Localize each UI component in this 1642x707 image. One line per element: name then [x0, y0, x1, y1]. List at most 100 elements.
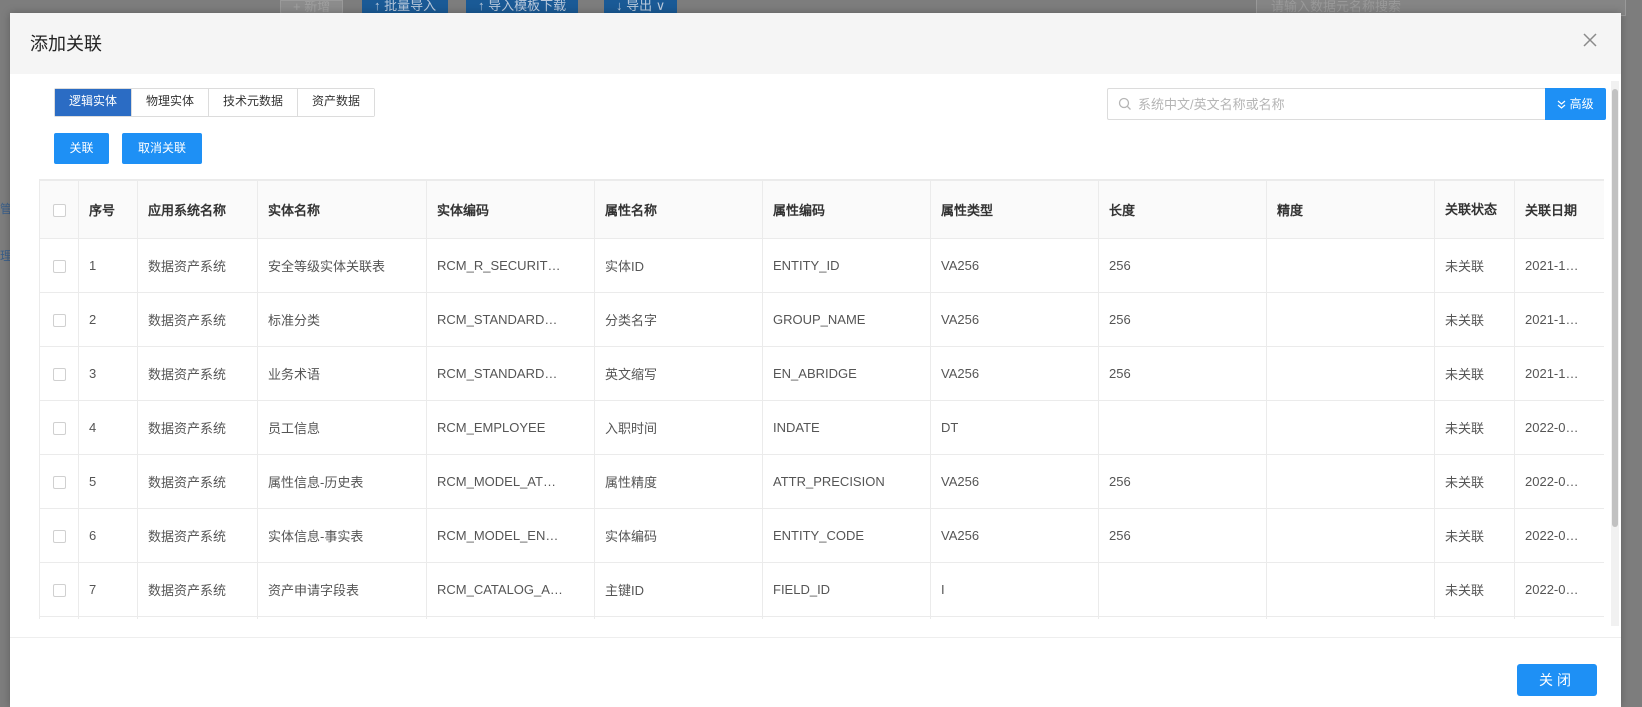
- table-cell: ATTR_PRECISION: [762, 454, 931, 509]
- table-cell: 英文缩写: [594, 346, 763, 401]
- table-cell: 7: [78, 562, 138, 617]
- row-checkbox[interactable]: [52, 314, 66, 328]
- table-cell: 安全等级实体关联表: [257, 238, 427, 293]
- table-cell: 属性精度: [594, 454, 763, 509]
- associate-button[interactable]: 关联: [54, 133, 109, 164]
- row-checkbox[interactable]: [52, 368, 66, 382]
- table-cell: 未关联: [1434, 562, 1515, 617]
- column-header: 属性编码: [762, 180, 931, 239]
- tab-physical-entity[interactable]: 物理实体: [132, 89, 210, 116]
- table-row[interactable]: 3 数据资产系统 业务术语 RCM_STANDARD… 英文缩写 EN_ABRIDGE VA…: [39, 346, 1604, 401]
- table-cell: VA256: [930, 454, 1099, 509]
- table-cell: [1266, 346, 1435, 401]
- table-row[interactable]: [39, 616, 1604, 619]
- bg-search-placeholder: 请输入数据元名称搜索: [1271, 0, 1402, 14]
- scrollbar-thumb[interactable]: [1612, 89, 1618, 527]
- table-cell: RCM_MODEL_EN…: [426, 508, 595, 563]
- table-header-row: 序号 应用系统名称 实体名称 实体编码 属性名称 属性编码 属性类型 长度 精度…: [39, 180, 1604, 239]
- bg-batch-import-button: ↑ 批量导入: [362, 0, 449, 14]
- table-cell: [594, 616, 763, 619]
- row-checkbox-cell: [39, 508, 79, 563]
- table-cell: RCM_CATALOG_A…: [426, 562, 595, 617]
- table-cell: 256: [1098, 292, 1267, 347]
- table-cell: [1266, 454, 1435, 509]
- table-cell: 员工信息: [257, 400, 427, 455]
- table-cell: 未关联: [1434, 454, 1515, 509]
- table-cell: I: [930, 562, 1099, 617]
- table-cell: 实体ID: [594, 238, 763, 293]
- row-checkbox-cell: [39, 292, 79, 347]
- table-cell: 256: [1098, 346, 1267, 401]
- search-input[interactable]: [1138, 96, 1518, 112]
- table-row[interactable]: 7 数据资产系统 资产申请字段表 RCM_CATALOG_A… 主键ID FIELD_ID…: [39, 562, 1604, 617]
- table-cell: RCM_MODEL_AT…: [426, 454, 595, 509]
- dialog-title: 添加关联: [30, 34, 102, 54]
- table-cell: [426, 616, 595, 619]
- column-header: 应用系统名称: [137, 180, 258, 239]
- row-checkbox[interactable]: [52, 422, 66, 436]
- close-icon[interactable]: [1577, 27, 1603, 53]
- row-checkbox[interactable]: [52, 260, 66, 274]
- table-cell: GROUP_NAME: [762, 292, 931, 347]
- table-row[interactable]: 4 数据资产系统 员工信息 RCM_EMPLOYEE 入职时间 INDATE DT 未关联 20…: [39, 400, 1604, 455]
- table-cell: ENTITY_CODE: [762, 508, 931, 563]
- entity-type-tabs: 逻辑实体 物理实体 技术元数据 资产数据: [54, 88, 376, 117]
- advanced-search-label: 高级: [1569, 97, 1594, 111]
- table-cell: 2021-1…: [1514, 292, 1604, 347]
- table-cell: 数据资产系统: [137, 238, 258, 293]
- table-cell: 实体信息-事实表: [257, 508, 427, 563]
- table-cell: DT: [930, 400, 1099, 455]
- close-button[interactable]: 关闭: [1517, 664, 1597, 696]
- table-cell: EN_ABRIDGE: [762, 346, 931, 401]
- table-cell: FIELD_ID: [762, 562, 931, 617]
- table-row[interactable]: 2 数据资产系统 标准分类 RCM_STANDARD… 分类名字 GROUP_NAME VA…: [39, 292, 1604, 347]
- footer-divider: [10, 637, 1621, 638]
- tab-asset-data[interactable]: 资产数据: [298, 89, 375, 116]
- table-cell: [1514, 616, 1604, 619]
- row-checkbox-cell: [39, 238, 79, 293]
- row-checkbox-cell: [39, 616, 79, 619]
- table-cell: [78, 616, 138, 619]
- table-cell: 2021-1…: [1514, 238, 1604, 293]
- table-cell: 4: [78, 400, 138, 455]
- table-cell: [930, 616, 1099, 619]
- bg-template-download-button: ↑ 导入模板下载: [466, 0, 579, 14]
- table-cell: 数据资产系统: [137, 346, 258, 401]
- table-cell: 2022-0…: [1514, 508, 1604, 563]
- table-cell: 主键ID: [594, 562, 763, 617]
- select-all-checkbox[interactable]: [52, 204, 66, 218]
- row-checkbox[interactable]: [52, 530, 66, 544]
- bg-export-button: ↓ 导出 ∨: [604, 0, 678, 14]
- disassociate-button[interactable]: 取消关联: [122, 133, 202, 164]
- table-cell: 2: [78, 292, 138, 347]
- tab-technical-metadata[interactable]: 技术元数据: [209, 89, 299, 116]
- row-checkbox[interactable]: [52, 584, 66, 598]
- column-header: 序号: [78, 180, 138, 239]
- column-header: 关联日期: [1514, 180, 1604, 239]
- table-cell: RCM_EMPLOYEE: [426, 400, 595, 455]
- tab-logical-entity[interactable]: 逻辑实体: [55, 89, 133, 116]
- column-header: 关联状态: [1434, 180, 1515, 239]
- table-cell: 未关联: [1434, 400, 1515, 455]
- table-cell: [1266, 562, 1435, 617]
- table-cell: [1098, 400, 1267, 455]
- table-cell: 2021-1…: [1514, 346, 1604, 401]
- advanced-search-button[interactable]: 高级: [1545, 88, 1606, 120]
- bg-add-button: + 新增: [280, 0, 344, 14]
- table-cell: 标准分类: [257, 292, 427, 347]
- table-cell: ENTITY_ID: [762, 238, 931, 293]
- table-cell: [257, 616, 427, 619]
- table-cell: 3: [78, 346, 138, 401]
- table-cell: 2022-0…: [1514, 562, 1604, 617]
- table-row[interactable]: 1 数据资产系统 安全等级实体关联表 RCM_R_SECURIT… 实体ID ENTITY…: [39, 238, 1604, 293]
- vertical-scrollbar[interactable]: [1611, 81, 1619, 626]
- row-checkbox-cell: [39, 454, 79, 509]
- table-cell: 入职时间: [594, 400, 763, 455]
- table-cell: 数据资产系统: [137, 400, 258, 455]
- table-row[interactable]: 6 数据资产系统 实体信息-事实表 RCM_MODEL_EN… 实体编码 ENTITY_C…: [39, 508, 1604, 563]
- header-checkbox-cell: [39, 180, 79, 239]
- table-cell: [1266, 238, 1435, 293]
- table-cell: 256: [1098, 454, 1267, 509]
- row-checkbox[interactable]: [52, 476, 66, 490]
- table-row[interactable]: 5 数据资产系统 属性信息-历史表 RCM_MODEL_AT… 属性精度 ATTR_PRE…: [39, 454, 1604, 509]
